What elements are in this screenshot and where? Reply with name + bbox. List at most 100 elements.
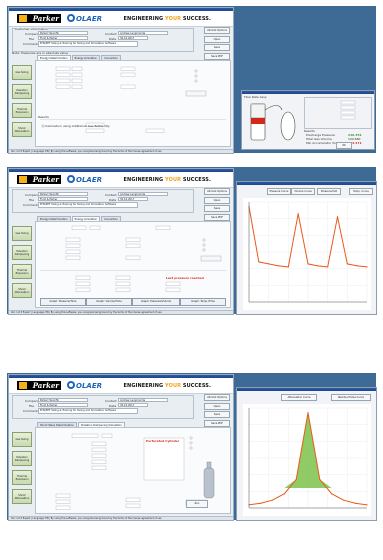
side-desktop: Flow Rate Assy Results Precharge Pressur… <box>235 6 376 153</box>
open-button-2[interactable]: Open <box>204 196 230 204</box>
simulation-fields-graphic <box>40 225 226 292</box>
residual-pulse-curve-button[interactable]: Residual Pulse Curve <box>331 394 371 401</box>
main-content-2: Last pressure reached Graph: Pressure/Ti… <box>35 221 231 308</box>
main-window-3: Parker OLAER ENGINEERING YOUR SUCCESS. C… <box>8 374 234 521</box>
file-label-3: File <box>29 404 35 408</box>
slogan: ENGINEERING YOUR SUCCESS. <box>124 16 211 22</box>
nav-shock-attenuation[interactable]: Shock Attenuation <box>12 122 32 137</box>
nav-gas-sizing[interactable]: Gas Sizing <box>12 65 32 80</box>
chart-window-3: Attenuation Curve Residual Pulse Curve <box>235 373 377 521</box>
screenshot-panel-energy-simulation: Parker OLAER ENGINEERING YOUR SUCCESS. C… <box>7 167 377 315</box>
slogan-highlight-3: YOUR <box>165 383 182 389</box>
data-point <box>327 266 329 268</box>
nav-thermal-expansion[interactable]: Thermal Expansion <box>12 103 32 118</box>
graph-pressure-volume-button[interactable]: Graph: Pressure/Volume <box>132 298 180 306</box>
nav-shock-attenuation-2[interactable]: Shock Attenuation <box>12 283 32 298</box>
save-button-3[interactable]: Save <box>204 411 230 418</box>
date-field-3[interactable]: 30.10.2017 <box>118 403 148 407</box>
nav-thermal-expansion-2[interactable]: Thermal Expansion <box>12 264 32 279</box>
pressure-chart-dialog: Pressure Curve Volume Curve Pressure/Vol… <box>236 181 377 315</box>
save-pdf-button-3[interactable]: Save PDF <box>204 419 230 427</box>
main-window-2: Parker OLAER ENGINEERING YOUR SUCCESS. C… <box>8 168 234 315</box>
contact-field-3[interactable]: Andrew Langmuride <box>118 398 168 402</box>
comment-field-2[interactable]: EHS/EPF Sizing & Training for Sizing and… <box>38 202 138 208</box>
date-label-3: Date <box>109 404 117 408</box>
contact-field[interactable]: Andrew Langmuride <box>118 31 168 35</box>
file-field-2[interactable]: Fluid & Parker <box>38 197 88 201</box>
file-field-3[interactable]: Fluid & Parker <box>38 403 88 407</box>
run-button[interactable]: Run <box>186 500 208 508</box>
slogan-3: ENGINEERING YOUR SUCCESS. <box>124 383 211 389</box>
data-point <box>307 412 309 414</box>
contact-label-2: Contact <box>105 193 117 197</box>
nav-pulsation-dampening-3[interactable]: Pulsation Dampening <box>12 451 32 466</box>
nav-shock-attenuation-3[interactable]: Shock Attenuation <box>12 489 32 504</box>
file-label-2: File <box>29 198 35 202</box>
nav-thermal-expansion-3[interactable]: Thermal Expansion <box>12 470 32 485</box>
pressure-curve-button[interactable]: Pressure Curve <box>267 188 291 195</box>
parker-logo-3: Parker <box>17 381 61 390</box>
company-field[interactable]: Parker Hannifin <box>38 31 88 35</box>
graph-pressure-time-button[interactable]: Graph: Pressure/Time <box>40 298 86 306</box>
comment-field[interactable]: EHS/EPF Sizing & Training for Sizing and… <box>38 41 138 47</box>
save-pdf-button-2[interactable]: Save PDF <box>204 213 230 221</box>
date-label-2: Date <box>109 198 117 202</box>
olaer-logo-2: OLAER <box>67 175 102 184</box>
pressure-volt-button[interactable]: Pressure/Volt <box>317 188 341 195</box>
chart-background <box>243 198 371 310</box>
parker-logo: Parker <box>17 14 61 23</box>
ok-button[interactable]: OK <box>336 142 352 149</box>
almost-options-button-2[interactable]: Allmost Options <box>204 188 230 195</box>
perforated-cylinder-alert: Perforated Cylinder <box>146 439 180 443</box>
almost-options-button[interactable]: Allmost Options <box>204 27 230 34</box>
attenuation-curve-button[interactable]: Attenuation Curve <box>281 394 317 401</box>
pressure-time-chart <box>243 198 371 310</box>
open-button[interactable]: Open <box>204 35 230 43</box>
company-field-2[interactable]: Parker Hannifin <box>38 192 88 196</box>
olaer-wordmark: OLAER <box>76 15 103 23</box>
data-point <box>307 263 309 265</box>
comment-field-3[interactable]: EHS/EPF Sizing & Training for Sizing and… <box>38 408 138 414</box>
attenuation-chart-dialog: Attenuation Curve Residual Pulse Curve <box>236 387 377 521</box>
dialog-titlebar <box>242 91 374 94</box>
data-point <box>268 263 270 265</box>
file-field[interactable]: Fluid & Parker <box>38 36 88 40</box>
status-bar-3: Ver: 1.0.5 Expert | Language: EN | By us… <box>9 516 233 520</box>
nav-gas-sizing-3[interactable]: Gas Sizing <box>12 432 32 447</box>
save-pdf-button[interactable]: Save PDF <box>204 52 230 60</box>
volume-curve-button[interactable]: Volume Curve <box>291 188 315 195</box>
settings-fields <box>340 100 356 120</box>
save-button[interactable]: Save <box>204 44 230 51</box>
almost-options-button-3[interactable]: Allmost Options <box>204 394 230 401</box>
temp-curve-button[interactable]: Temp. Curve <box>349 188 373 195</box>
open-button-3[interactable]: Open <box>204 402 230 410</box>
file-label: File <box>29 37 35 41</box>
slogan-2: ENGINEERING YOUR SUCCESS. <box>124 177 211 183</box>
left-nav: Gas Sizing Pulsation Dampening Thermal E… <box>12 65 32 141</box>
date-field[interactable]: 30.10.2017 <box>118 36 148 40</box>
slogan-prefix-2: ENGINEERING <box>123 177 166 183</box>
company-field-3[interactable]: Parker Hannifin <box>38 398 88 402</box>
slogan-highlight-2: YOUR <box>165 177 182 183</box>
save-button-2[interactable]: Save <box>204 205 230 212</box>
graph-temp-time-button[interactable]: Graph: Temp./Time <box>180 298 226 306</box>
main-window: Parker OLAER ENGINEERING YOUR SUCCESS. C… <box>8 7 234 154</box>
parker-flag-icon-3 <box>19 382 27 389</box>
brand-banner-2: Parker OLAER ENGINEERING YOUR SUCCESS. <box>9 172 233 188</box>
nav-pulsation-dampening[interactable]: Pulsation Dampening <box>12 84 32 99</box>
parker-flag-icon <box>19 15 27 22</box>
slogan-suffix-2: SUCCESS. <box>181 177 211 183</box>
nav-gas-sizing-2[interactable]: Gas Sizing <box>12 226 32 241</box>
data-point <box>331 493 333 495</box>
data-point <box>287 266 289 268</box>
olaer-wordmark-2: OLAER <box>76 176 103 184</box>
screenshot-panel-energy-sizing: Parker OLAER ENGINEERING YOUR SUCCESS. C… <box>7 6 376 154</box>
contact-field-2[interactable]: Andrew Langmuride <box>118 192 168 196</box>
graph-volume-time-button[interactable]: Graph: Volume/Time <box>86 298 132 306</box>
calc-gas-bottle-label: Calculation using Additional Gas Bottle … <box>45 124 110 128</box>
nav-pulsation-dampening-2[interactable]: Pulsation Dampening <box>12 245 32 260</box>
date-field-2[interactable]: 30.10.2017 <box>118 197 148 201</box>
data-point <box>342 499 344 501</box>
brand-banner-3: Parker OLAER ENGINEERING YOUR SUCCESS. <box>9 378 233 394</box>
main-content-3: Perforated Cylinder Run <box>35 427 231 514</box>
